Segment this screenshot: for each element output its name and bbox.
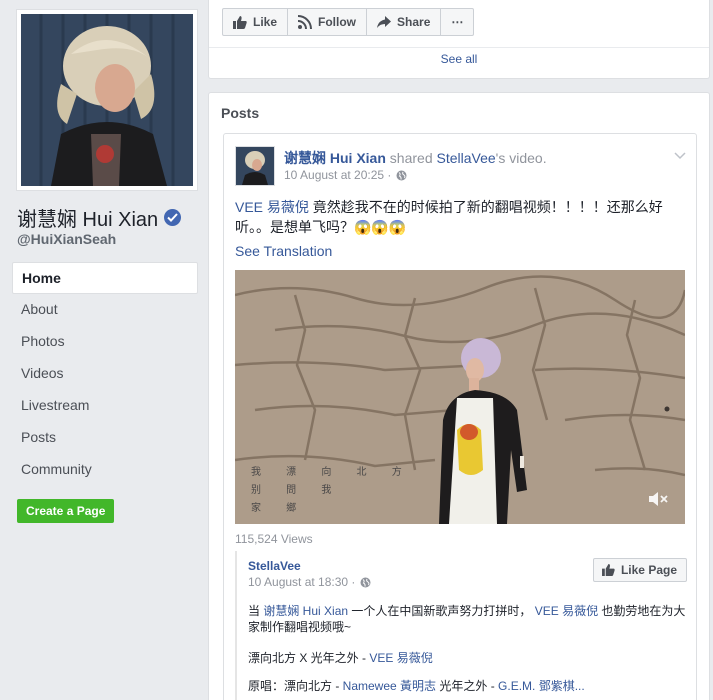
post-title-tail: 's video. bbox=[495, 150, 547, 166]
sidebar-item-community[interactable]: Community bbox=[12, 454, 198, 486]
mention-link[interactable]: VEE 易薇倪 bbox=[369, 651, 432, 665]
page-action-buttons: Like Follow Share ⋯ bbox=[222, 8, 475, 36]
like-page-label: Like Page bbox=[620, 563, 677, 577]
post-mention-link[interactable]: VEE 易薇倪 bbox=[235, 199, 309, 215]
public-globe-icon[interactable] bbox=[396, 170, 407, 181]
more-options-button[interactable]: ⋯ bbox=[440, 8, 475, 36]
page-name-text: 谢慧娴 Hui Xian bbox=[17, 209, 159, 231]
page-name[interactable]: 谢慧娴 Hui Xian bbox=[17, 203, 182, 232]
public-globe-icon[interactable] bbox=[360, 577, 371, 588]
profile-picture[interactable] bbox=[16, 9, 198, 191]
like-button[interactable]: Like bbox=[222, 8, 289, 36]
sidebar-item-videos[interactable]: Videos bbox=[12, 358, 198, 390]
sidebar-nav: Home About Photos Videos Livestream Post… bbox=[12, 262, 198, 486]
divider bbox=[209, 47, 709, 48]
shared-text-part: 当 bbox=[248, 604, 264, 618]
shared-post-text: 当 谢慧娴 Hui Xian 一个人在中国新歌声努力打拼时， VEE 易薇倪 也… bbox=[248, 603, 686, 635]
shared-post-meta: 10 August at 18:30 · bbox=[248, 575, 371, 589]
create-page-button[interactable]: Create a Page bbox=[17, 499, 115, 523]
sidebar-item-posts[interactable]: Posts bbox=[12, 422, 198, 454]
post-card: 谢慧娴 Hui Xian shared StellaVee's video. 1… bbox=[223, 133, 697, 700]
page-handle[interactable]: @HuiXianSeah bbox=[17, 231, 116, 247]
more-dots-icon: ⋯ bbox=[451, 15, 464, 29]
shared-source-link[interactable]: StellaVee bbox=[437, 150, 496, 166]
see-all-link[interactable]: See all bbox=[209, 52, 709, 66]
mention-link[interactable]: VEE 易薇倪 bbox=[535, 604, 598, 618]
verified-badge-icon bbox=[164, 209, 182, 226]
post-options-chevron-icon[interactable] bbox=[674, 147, 686, 165]
shared-text-part: 光年之外 - bbox=[436, 679, 499, 693]
mention-link[interactable]: 谢慧娴 Hui Xian bbox=[263, 604, 348, 618]
shared-post-line-3: 原唱：漂向北方 - Namewee 黃明志 光年之外 - G.E.M. 鄧紫棋.… bbox=[248, 677, 585, 694]
share-arrow-icon bbox=[377, 16, 392, 28]
lyrics-line-3: 家 鄉 bbox=[251, 503, 308, 514]
sidebar-item-livestream[interactable]: Livestream bbox=[12, 390, 198, 422]
follow-label: Follow bbox=[318, 15, 357, 29]
shared-post: StellaVee 10 August at 18:30 · Like Page… bbox=[235, 551, 687, 700]
post-shared-word: shared bbox=[385, 150, 437, 166]
video-player[interactable]: 我 漂 向 北 方 别 問 我 家 鄉 bbox=[235, 270, 685, 524]
lyrics-line-2: 别 問 我 bbox=[251, 485, 343, 496]
sidebar-item-photos[interactable]: Photos bbox=[12, 326, 198, 358]
shared-text-part: 原唱：漂向北方 - bbox=[248, 679, 343, 693]
shared-post-line-2: 漂向北方 X 光年之外 - VEE 易薇倪 bbox=[248, 649, 433, 666]
follow-button[interactable]: Follow bbox=[287, 8, 368, 36]
mention-link[interactable]: G.E.M. 鄧紫棋... bbox=[498, 679, 585, 693]
mention-link[interactable]: Namewee 黃明志 bbox=[343, 679, 436, 693]
shared-author-link[interactable]: StellaVee bbox=[248, 559, 301, 573]
shared-text-part: 一个人在中国新歌声努力打拼时， bbox=[348, 604, 535, 618]
follow-rss-icon bbox=[298, 15, 313, 29]
see-translation-link[interactable]: See Translation bbox=[235, 243, 332, 259]
shared-text-part: 漂向北方 X 光年之外 - bbox=[248, 651, 370, 665]
profile-photo bbox=[21, 14, 193, 186]
like-page-button[interactable]: Like Page bbox=[592, 558, 687, 582]
mute-speaker-icon[interactable] bbox=[649, 492, 669, 506]
post-title: 谢慧娴 Hui Xian shared StellaVee's video. bbox=[284, 148, 547, 168]
sidebar-item-about[interactable]: About bbox=[12, 294, 198, 326]
post-author-link[interactable]: 谢慧娴 Hui Xian bbox=[284, 150, 386, 166]
post-text: VEE 易薇倪 竟然趁我不在的时候拍了新的翻唱视频！！！！还那么好听。。是想单飞… bbox=[235, 197, 687, 237]
post-author-avatar[interactable] bbox=[235, 146, 275, 186]
share-label: Share bbox=[397, 15, 431, 29]
video-view-count: 115,524 Views bbox=[235, 532, 313, 546]
thumbs-up-icon bbox=[233, 15, 247, 29]
left-sidebar: 谢慧娴 Hui Xian @HuiXianSeah Home About Pho… bbox=[0, 0, 208, 700]
share-button[interactable]: Share bbox=[366, 8, 442, 36]
page-actions-card: Like Follow Share ⋯ See all bbox=[208, 0, 710, 79]
sidebar-item-home[interactable]: Home bbox=[12, 262, 198, 294]
post-meta: 10 August at 20:25 · bbox=[284, 168, 407, 182]
post-timestamp[interactable]: 10 August at 20:25 · bbox=[284, 168, 391, 182]
lyrics-line-1: 我 漂 向 北 方 bbox=[251, 467, 413, 478]
posts-header: Posts bbox=[221, 105, 260, 121]
video-lyrics-overlay: 我 漂 向 北 方 别 問 我 家 鄉 bbox=[251, 464, 413, 518]
thumbs-up-icon bbox=[602, 564, 615, 576]
like-label: Like bbox=[253, 15, 278, 29]
shared-timestamp[interactable]: 10 August at 18:30 · bbox=[248, 575, 355, 589]
posts-section: Posts 谢慧娴 Hui Xian shared StellaVee's vi… bbox=[208, 92, 710, 700]
